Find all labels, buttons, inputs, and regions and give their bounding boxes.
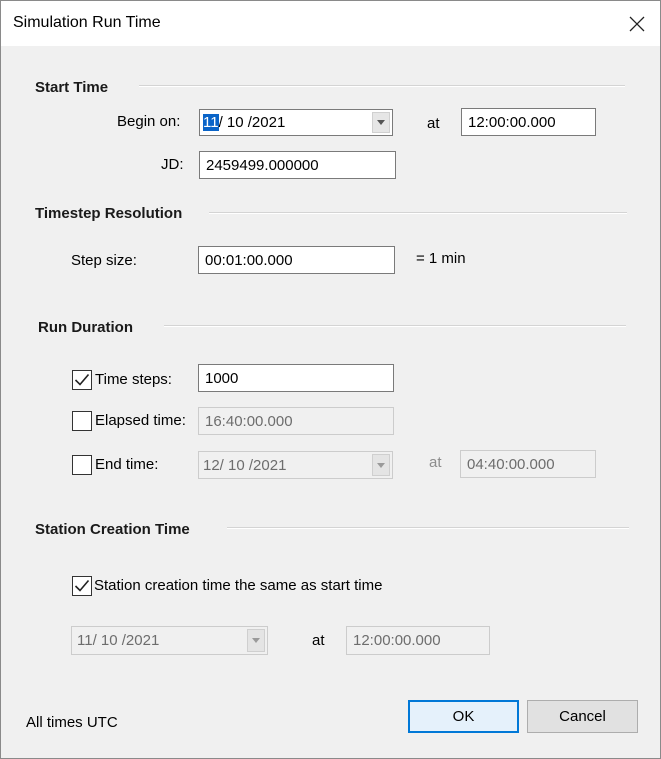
time-steps-checkbox[interactable] (72, 370, 92, 390)
timestep-divider (209, 212, 627, 214)
begin-date-rest: / 10 /2021 (218, 114, 286, 131)
timestep-heading: Timestep Resolution (35, 205, 183, 222)
station-creation-heading: Station Creation Time (35, 521, 190, 538)
chevron-down-icon (377, 120, 385, 125)
chevron-down-icon (377, 462, 385, 468)
window-title: Simulation Run Time (13, 14, 161, 31)
close-icon (629, 16, 645, 31)
cancel-button[interactable]: Cancel (527, 700, 638, 733)
dialog-window: Simulation Run Time Start Time Begin on:… (0, 0, 661, 759)
begin-at-label: at (427, 115, 440, 132)
end-date-value: 12/ 10 /2021 (203, 456, 287, 474)
step-size-label: Step size: (71, 252, 137, 269)
run-duration-heading: Run Duration (38, 319, 133, 336)
times-utc-note: All times UTC (26, 714, 118, 731)
station-date-value: 11/ 10 /2021 (77, 632, 160, 649)
station-same-label: Station creation time the same as start … (94, 577, 383, 594)
station-at-label: at (312, 632, 325, 649)
end-time-input[interactable]: 04:40:00.000 (460, 450, 596, 478)
time-steps-input[interactable]: 1000 (198, 364, 394, 392)
end-time-checkbox[interactable] (72, 455, 92, 475)
station-date-combo[interactable]: 11/ 10 /2021 (71, 626, 268, 655)
ok-button[interactable]: OK (408, 700, 519, 733)
start-time-heading: Start Time (35, 79, 109, 96)
station-time-input[interactable]: 12:00:00.000 (346, 626, 490, 655)
end-date-combo[interactable]: 12/ 10 /2021 (198, 451, 393, 479)
begin-date-selected-part: 11 (203, 114, 219, 131)
begin-date-combo[interactable]: 11/ 10 /2021 (199, 109, 393, 136)
station-creation-divider (227, 527, 629, 529)
jd-input[interactable]: 2459499.000000 (199, 151, 396, 179)
run-duration-divider (164, 325, 626, 327)
start-time-divider (139, 85, 625, 87)
checkmark-icon (74, 579, 90, 592)
station-date-dropdown-button[interactable] (247, 629, 265, 652)
elapsed-time-label: Elapsed time: (95, 412, 186, 429)
elapsed-time-checkbox[interactable] (72, 411, 92, 431)
jd-label: JD: (161, 156, 184, 173)
checkmark-icon (74, 373, 90, 386)
begin-on-label: Begin on: (117, 113, 181, 130)
step-size-readout: = 1 min (416, 250, 466, 267)
begin-time-input[interactable]: 12:00:00.000 (461, 108, 596, 136)
end-at-label: at (429, 454, 442, 471)
begin-date-dropdown-button[interactable] (372, 112, 390, 133)
chevron-down-icon (252, 638, 260, 643)
close-button[interactable] (614, 1, 660, 46)
title-bar: Simulation Run Time (1, 1, 660, 46)
step-size-input[interactable]: 00:01:00.000 (198, 246, 395, 274)
station-same-checkbox[interactable] (72, 576, 92, 596)
elapsed-time-input[interactable]: 16:40:00.000 (198, 407, 394, 435)
end-date-dropdown-button[interactable] (372, 454, 390, 476)
time-steps-label: Time steps: (95, 371, 172, 388)
end-time-label: End time: (95, 456, 159, 473)
